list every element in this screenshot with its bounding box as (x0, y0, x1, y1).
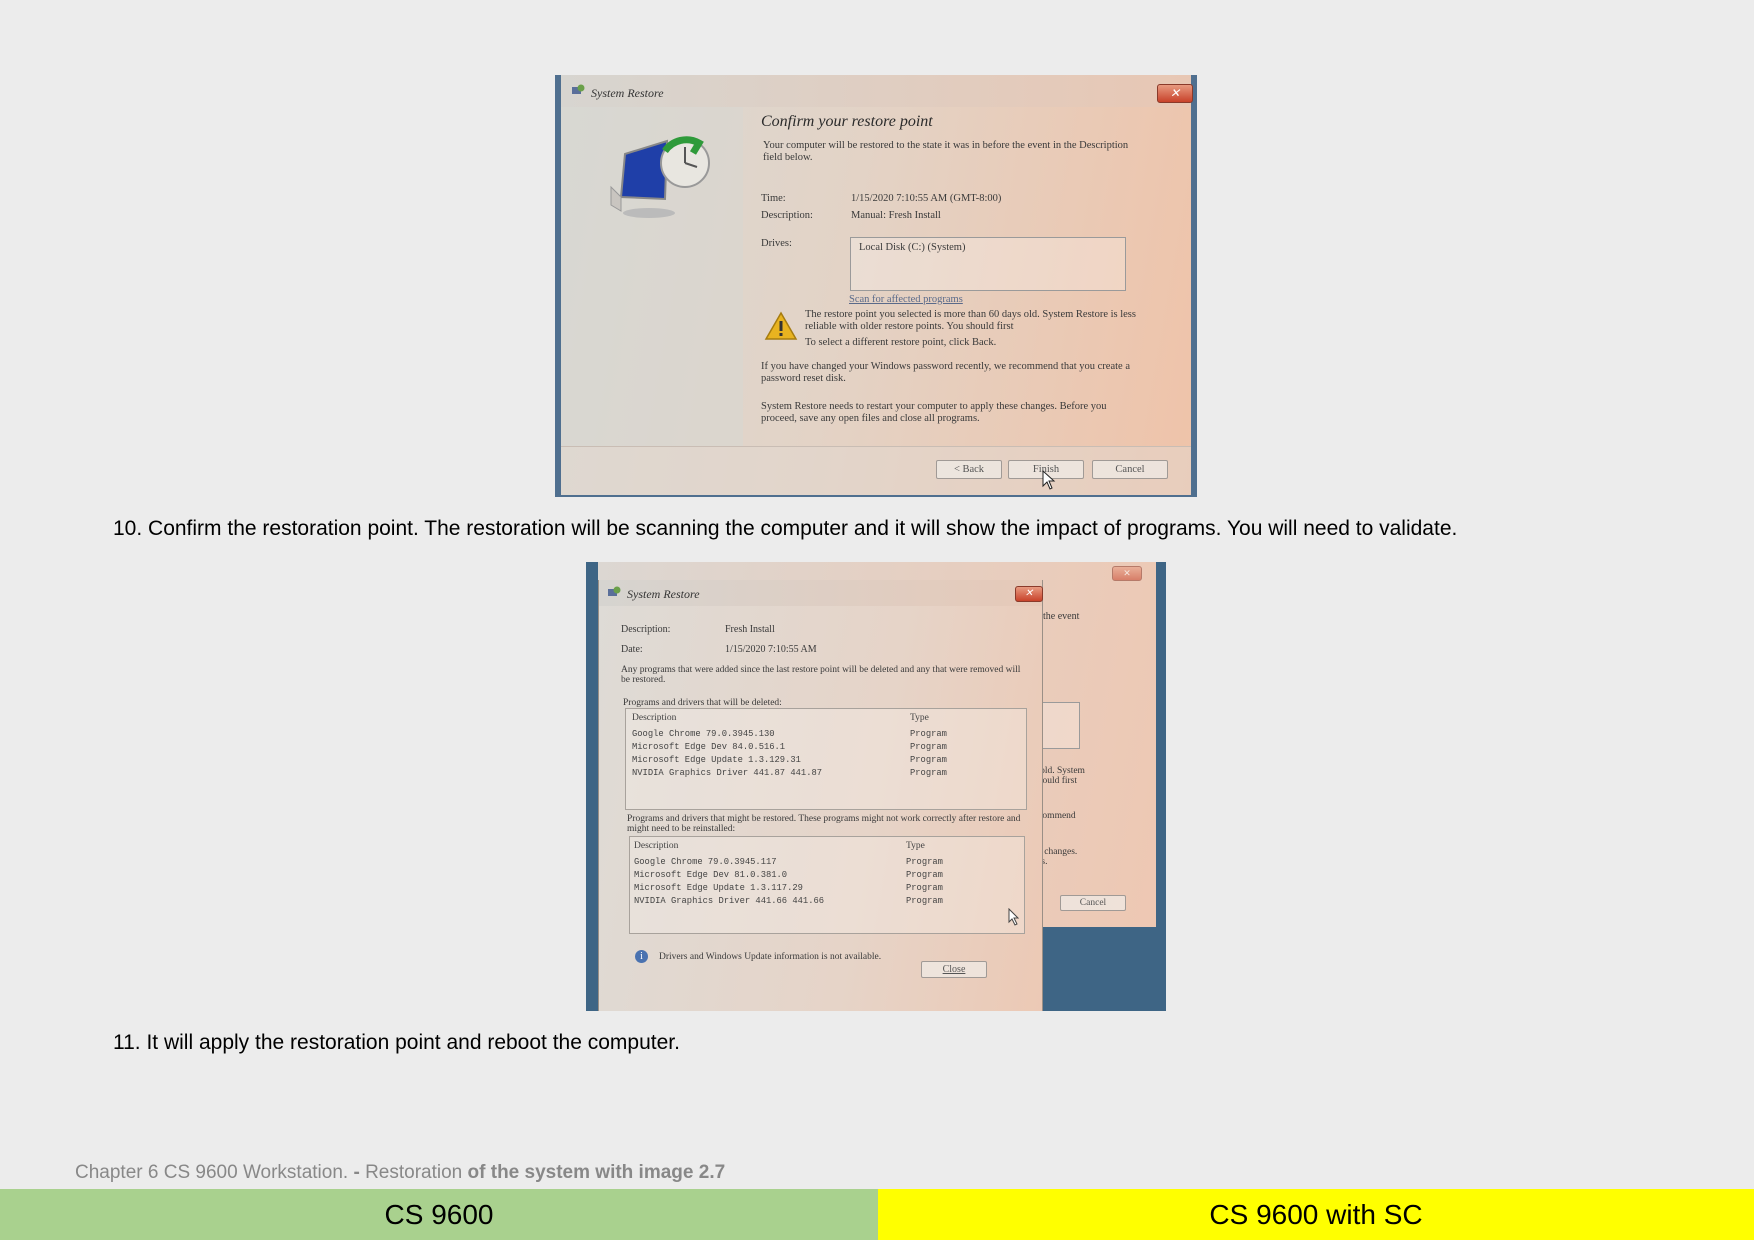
step-11-caption: 11. It will apply the restoration point … (113, 1031, 680, 1054)
system-restore-icon (608, 586, 621, 596)
table-row: Microsoft Edge Update 1.3.117.29 (634, 883, 803, 893)
photo-confirm-restore-point: System Restore ✕ Confirm your restore po… (555, 75, 1197, 497)
warning-text: The restore point you selected is more t… (805, 309, 1136, 332)
cancel-button[interactable]: Cancel (1092, 460, 1168, 479)
table-row: Microsoft Edge Dev 81.0.381.0 (634, 870, 788, 880)
column-header-description[interactable]: Description (634, 841, 678, 851)
background-close-icon: ✕ (1112, 566, 1142, 581)
table-row-type: Program (910, 755, 947, 765)
info-text: Drivers and Windows Update information i… (659, 952, 882, 962)
column-header-type[interactable]: Type (906, 841, 925, 851)
system-restore-icon (572, 84, 585, 94)
drives-label: Drives: (761, 238, 792, 249)
footer-dash: - (353, 1162, 366, 1183)
table-row-type: Program (906, 883, 943, 893)
restart-note: System Restore needs to restart your com… (761, 401, 1107, 424)
back-button[interactable]: < Back (936, 460, 1002, 479)
date-value: 1/15/2020 7:10:55 AM (725, 644, 817, 655)
restore-notice: Any programs that were added since the l… (621, 665, 1021, 685)
close-button[interactable]: ✕ (1157, 84, 1193, 103)
dialog-heading: Confirm your restore point (761, 113, 933, 130)
bg-cancel-button: Cancel (1060, 895, 1126, 911)
footer-restoration: Restoration (365, 1162, 468, 1183)
password-note: If you have changed your Windows passwor… (761, 361, 1130, 384)
band-cs9600: CS 9600 (0, 1189, 878, 1240)
restore-computer-icon (610, 136, 710, 218)
system-restore-dialog: System Restore ✕ Confirm your restore po… (561, 75, 1193, 495)
date-label: Date: (621, 644, 643, 655)
table-row: Google Chrome 79.0.3945.130 (632, 729, 775, 739)
scan-affected-programs-link[interactable]: Scan for affected programs (849, 294, 963, 306)
restored-programs-list[interactable]: Description Type Google Chrome 79.0.3945… (629, 836, 1025, 934)
mouse-cursor-icon (1042, 470, 1056, 490)
footer-subtitle: of the system with image 2.7 (467, 1162, 726, 1183)
drives-list: Local Disk (C:) (System) (850, 237, 1126, 291)
photo-affected-programs: ✕ the event s old. System should first e… (586, 562, 1166, 1011)
window-title: System Restore (627, 587, 700, 601)
warning-text-back: To select a different restore point, cli… (805, 337, 997, 348)
title-bar: System Restore ✕ (561, 75, 1193, 107)
footer-chapter-line: Chapter 6 CS 9600 Workstation. - Restora… (75, 1162, 725, 1184)
footer-chapter: Chapter 6 CS 9600 Workstation. (75, 1162, 354, 1183)
intro-text: Your computer will be restored to the st… (763, 140, 1129, 163)
side-panel (561, 107, 743, 447)
band-cs9600-with-sc: CS 9600 with SC (878, 1189, 1754, 1240)
table-row-type: Program (906, 896, 943, 906)
step-10-caption: 10. Confirm the restoration point. The r… (113, 517, 1458, 540)
table-row: Microsoft Edge Update 1.3.129.31 (632, 755, 801, 765)
mouse-cursor-icon (1008, 908, 1020, 926)
table-row: NVIDIA Graphics Driver 441.66 441.66 (634, 896, 825, 906)
info-icon: i (635, 950, 648, 963)
column-header-description[interactable]: Description (632, 713, 676, 723)
table-row: Google Chrome 79.0.3945.117 (634, 857, 777, 867)
title-bar: System Restore ✕ (599, 580, 1043, 606)
table-row-type: Program (910, 742, 947, 752)
restored-heading: Programs and drivers that might be resto… (627, 814, 1021, 834)
description-value: Manual: Fresh Install (851, 210, 941, 221)
table-row-type: Program (906, 870, 943, 880)
close-button[interactable]: ✕ (1015, 586, 1043, 602)
warning-icon (764, 311, 798, 340)
time-label: Time: (761, 193, 786, 204)
table-row-type: Program (906, 857, 943, 867)
table-row-type: Program (910, 729, 947, 739)
column-header-type[interactable]: Type (910, 713, 929, 723)
table-row: Microsoft Edge Dev 84.0.516.1 (632, 742, 786, 752)
description-label: Description: (621, 624, 671, 635)
time-value: 1/15/2020 7:10:55 AM (GMT-8:00) (851, 193, 1002, 204)
table-row: NVIDIA Graphics Driver 441.87 441.87 (632, 768, 823, 778)
drive-item: Local Disk (C:) (System) (859, 242, 966, 253)
description-label: Description: (761, 210, 813, 221)
window-title: System Restore (591, 86, 664, 100)
close-dialog-button[interactable]: Close (921, 961, 987, 978)
bg-fragment-event: the event (1043, 611, 1080, 622)
deleted-programs-list[interactable]: Description Type Google Chrome 79.0.3945… (625, 708, 1027, 810)
affected-programs-dialog: System Restore ✕ Description: Fresh Inst… (598, 580, 1043, 1011)
description-value: Fresh Install (725, 624, 775, 635)
table-row-type: Program (910, 768, 947, 778)
